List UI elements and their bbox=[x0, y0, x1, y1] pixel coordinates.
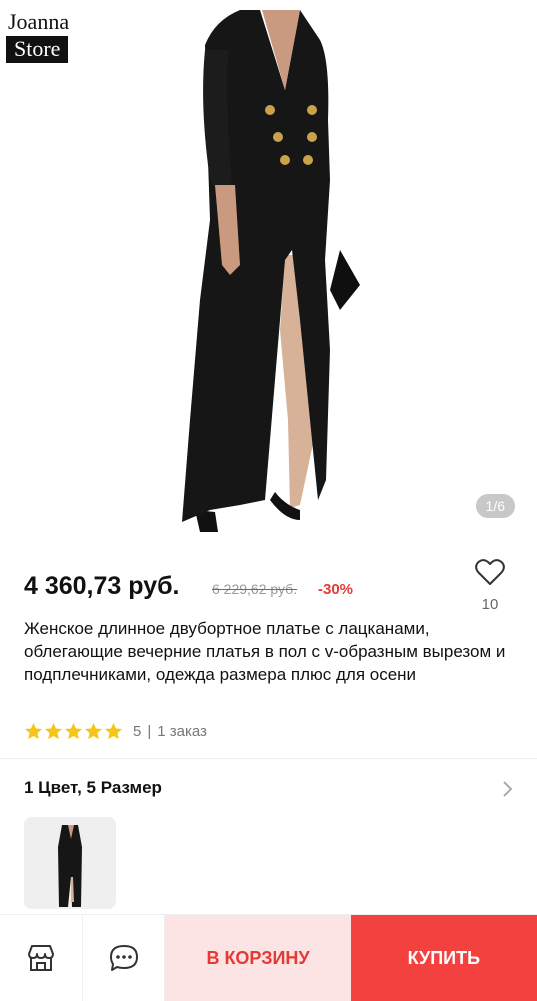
dress-thumbnail-illustration bbox=[24, 817, 116, 909]
star-rating bbox=[24, 722, 123, 741]
image-counter: 1/6 bbox=[475, 494, 515, 518]
wishlist-count: 10 bbox=[481, 596, 499, 613]
section-divider bbox=[0, 758, 537, 759]
variant-thumbnail[interactable] bbox=[24, 817, 116, 909]
rating-row[interactable]: 5 | 1 заказ bbox=[24, 720, 207, 742]
chat-icon bbox=[109, 945, 138, 971]
star-icon bbox=[24, 722, 43, 739]
rating-value: 5 bbox=[133, 722, 142, 740]
dress-illustration bbox=[182, 10, 360, 532]
rating-separator: | bbox=[147, 722, 152, 740]
discount-badge: -30% bbox=[318, 581, 354, 598]
store-icon bbox=[27, 945, 54, 971]
store-logo: Joanna Store bbox=[6, 10, 69, 63]
store-logo-line2: Store bbox=[6, 36, 69, 63]
wishlist-button[interactable] bbox=[474, 558, 506, 591]
old-price: 6 229,62 руб. bbox=[212, 581, 298, 597]
current-price: 4 360,73 руб. bbox=[24, 572, 180, 600]
variant-label: 1 Цвет, 5 Размер bbox=[24, 778, 162, 797]
price-row: 4 360,73 руб. 6 229,62 руб. -30% 10 bbox=[24, 559, 514, 613]
orders-count: 1 заказ bbox=[157, 722, 207, 740]
heart-outline-icon bbox=[475, 559, 505, 585]
bottom-action-bar: В КОРЗИНУ КУПИТЬ bbox=[0, 914, 537, 1001]
star-icon bbox=[104, 722, 123, 739]
variant-selector[interactable]: 1 Цвет, 5 Размер bbox=[24, 778, 514, 802]
add-to-cart-button[interactable]: В КОРЗИНУ bbox=[165, 915, 351, 1001]
buy-now-button[interactable]: КУПИТЬ bbox=[350, 915, 537, 1001]
store-logo-line1: Joanna bbox=[8, 9, 70, 34]
star-icon bbox=[84, 722, 103, 739]
chevron-right-icon bbox=[503, 781, 513, 797]
star-icon bbox=[64, 722, 83, 739]
product-title: Женское длинное двубортное платье с лацк… bbox=[24, 619, 506, 684]
store-button[interactable] bbox=[0, 915, 83, 1001]
product-image[interactable]: Joanna Store 1/6 bbox=[0, 0, 537, 540]
chat-button[interactable] bbox=[82, 915, 166, 1001]
star-icon bbox=[44, 722, 63, 739]
